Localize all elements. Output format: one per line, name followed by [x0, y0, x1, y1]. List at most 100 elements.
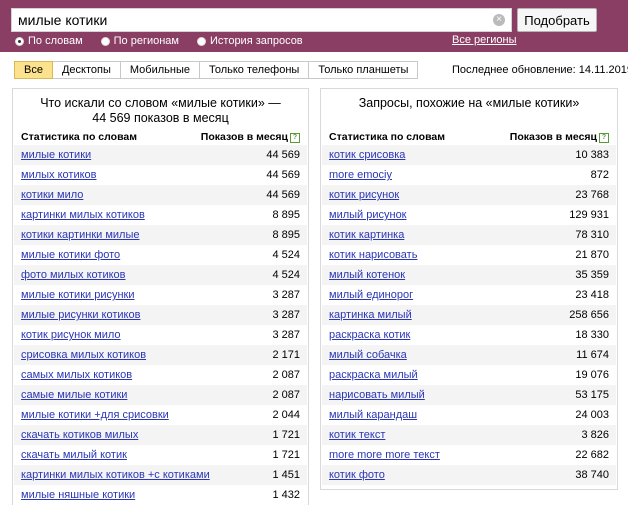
keyword-link[interactable]: котик картинка: [329, 229, 404, 241]
keyword-link[interactable]: фото милых котиков: [21, 269, 126, 281]
keyword-link[interactable]: котик рисунок: [329, 189, 399, 201]
keyword-link[interactable]: самых милых котиков: [21, 369, 132, 381]
help-icon[interactable]: ?: [599, 133, 609, 143]
keyword-link[interactable]: котики картинки милые: [21, 229, 139, 241]
last-update: Последнее обновление: 14.11.2019: [452, 64, 628, 76]
keyword-link[interactable]: милый собачка: [329, 349, 407, 361]
keyword-link[interactable]: милый котенок: [329, 269, 405, 281]
mode-label: По словам: [28, 35, 83, 47]
search-mode-group: По словам По регионам История запросов: [15, 34, 321, 48]
clear-icon[interactable]: ×: [493, 14, 505, 26]
search-input[interactable]: [18, 11, 488, 29]
keyword-link[interactable]: котик фото: [329, 469, 385, 481]
table-header: Статистика по словам Показов в месяц?: [329, 131, 609, 145]
impressions-count: 53 175: [575, 389, 609, 401]
tab-all[interactable]: Все: [14, 61, 53, 79]
impressions-count: 258 656: [569, 309, 609, 321]
table-row: милые котики 44 569: [14, 145, 307, 165]
keyword-link[interactable]: раскраска милый: [329, 369, 418, 381]
table-row: скачать котиков милых 1 721: [14, 425, 307, 445]
keyword-link[interactable]: нарисовать милый: [329, 389, 425, 401]
keyword-link[interactable]: картинка милый: [329, 309, 412, 321]
mode-history[interactable]: История запросов: [197, 35, 303, 47]
impressions-count: 2 171: [272, 349, 300, 361]
table-row: котики картинки милые 8 895: [14, 225, 307, 245]
tab-mobile[interactable]: Мобильные: [120, 61, 200, 79]
table-row: котики мило 44 569: [14, 185, 307, 205]
table-row: котик фото 38 740: [322, 465, 616, 485]
keyword-link[interactable]: милые котики: [21, 149, 91, 161]
impressions-count: 78 310: [575, 229, 609, 241]
table-row: милых котиков 44 569: [14, 165, 307, 185]
keyword-link[interactable]: милый единорог: [329, 289, 413, 301]
keyword-link[interactable]: картинки милых котиков +с котиками: [21, 469, 210, 481]
keyword-link[interactable]: милые котики +для срисовки: [21, 409, 169, 421]
tab-tablets-only[interactable]: Только планшеты: [309, 61, 419, 79]
keyword-link[interactable]: котики мило: [21, 189, 83, 201]
column-count: Показов в месяц: [200, 131, 288, 143]
all-regions-link[interactable]: Все регионы: [452, 34, 517, 46]
keyword-link[interactable]: милые котики рисунки: [21, 289, 135, 301]
mode-by-regions[interactable]: По регионам: [100, 35, 179, 47]
impressions-count: 44 569: [266, 189, 300, 201]
keyword-link[interactable]: more emociy: [329, 169, 392, 181]
impressions-count: 44 569: [266, 149, 300, 161]
table-row: раскраска котик 18 330: [322, 325, 616, 345]
keyword-link[interactable]: котик рисунок мило: [21, 329, 121, 341]
radio-selected-icon[interactable]: [15, 36, 24, 46]
impressions-count: 21 870: [575, 249, 609, 261]
table-row: more more more текст 22 682: [322, 445, 616, 465]
keyword-link[interactable]: more more more текст: [329, 449, 440, 461]
table-row: самые милые котики 2 087: [14, 385, 307, 405]
impressions-count: 24 003: [575, 409, 609, 421]
keyword-link[interactable]: милый карандаш: [329, 409, 417, 421]
submit-button[interactable]: Подобрать: [517, 8, 597, 32]
tab-desktop[interactable]: Десктопы: [52, 61, 121, 79]
table-row: нарисовать милый 53 175: [322, 385, 616, 405]
table-row: раскраска милый 19 076: [322, 365, 616, 385]
table-row: милые няшные котики 1 432: [14, 485, 307, 505]
tab-phones-only[interactable]: Только телефоны: [199, 61, 310, 79]
impressions-count: 38 740: [575, 469, 609, 481]
keyword-link[interactable]: котик нарисовать: [329, 249, 417, 261]
keyword-link[interactable]: милые рисунки котиков: [21, 309, 140, 321]
column-count-wrap: Показов в месяц?: [201, 131, 300, 145]
keyword-link[interactable]: милые няшные котики: [21, 489, 135, 501]
radio-icon[interactable]: [197, 36, 206, 46]
keyword-link[interactable]: котик текст: [329, 429, 385, 441]
table-row: милые котики фото 4 524: [14, 245, 307, 265]
impressions-count: 3 826: [581, 429, 609, 441]
keyword-link[interactable]: самые милые котики: [21, 389, 127, 401]
keyword-link[interactable]: милых котиков: [21, 169, 96, 181]
keyword-link[interactable]: котик срисовка: [329, 149, 405, 161]
table-row: котик срисовка 10 383: [322, 145, 616, 165]
impressions-count: 1 721: [272, 429, 300, 441]
header-arrow: [600, 0, 618, 52]
mode-by-words[interactable]: По словам: [15, 35, 83, 47]
keyword-link[interactable]: милый рисунок: [329, 209, 407, 221]
panel-title: Что искали со словом «милые котики» — 44…: [40, 96, 281, 125]
help-icon[interactable]: ?: [290, 133, 300, 143]
column-keyword: Статистика по словам: [21, 131, 137, 143]
impressions-count: 22 682: [575, 449, 609, 461]
search-box: ×: [11, 8, 512, 32]
keyword-link[interactable]: срисовка милых котиков: [21, 349, 146, 361]
panel-title: Запросы, похожие на «милые котики»: [358, 96, 580, 110]
column-keyword: Статистика по словам: [329, 131, 445, 143]
table-row: милый карандаш 24 003: [322, 405, 616, 425]
keyword-link[interactable]: скачать милый котик: [21, 449, 127, 461]
impressions-count: 4 524: [272, 249, 300, 261]
impressions-count: 3 287: [272, 309, 300, 321]
column-count-wrap: Показов в месяц?: [510, 131, 609, 145]
impressions-count: 2 087: [272, 389, 300, 401]
table-row: котик рисунок мило 3 287: [14, 325, 307, 345]
keyword-link[interactable]: милые котики фото: [21, 249, 120, 261]
keyword-link[interactable]: раскраска котик: [329, 329, 410, 341]
impressions-count: 19 076: [575, 369, 609, 381]
impressions-count: 1 451: [272, 469, 300, 481]
keyword-link[interactable]: скачать котиков милых: [21, 429, 138, 441]
keyword-link[interactable]: картинки милых котиков: [21, 209, 145, 221]
radio-icon[interactable]: [100, 36, 110, 46]
impressions-count: 129 931: [569, 209, 609, 221]
table-row: котик картинка 78 310: [322, 225, 616, 245]
